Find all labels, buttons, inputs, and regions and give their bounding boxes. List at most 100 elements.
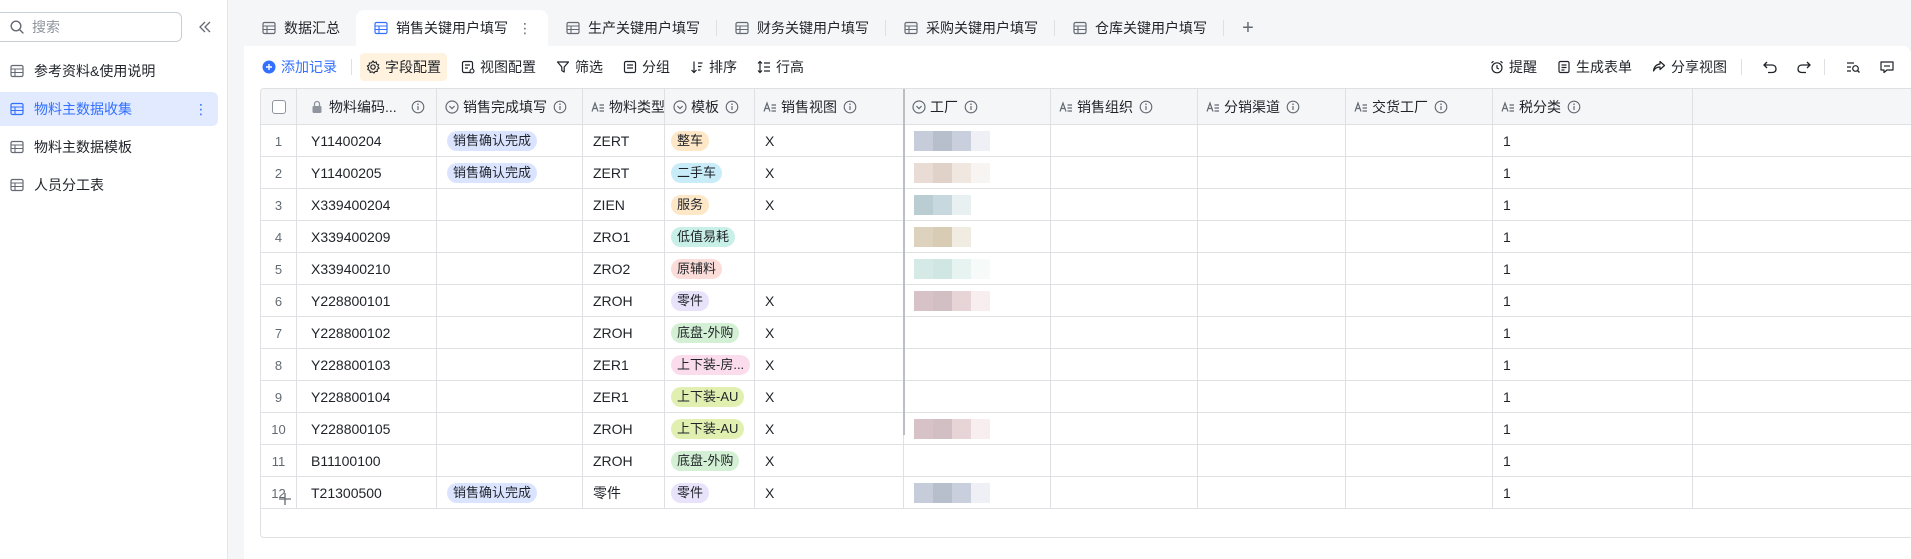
sales-view-cell[interactable]: X: [755, 381, 904, 413]
sales-org-cell[interactable]: [1051, 445, 1198, 477]
sidebar-item[interactable]: 人员分工表: [0, 168, 218, 202]
tab-more-icon[interactable]: ⋮: [518, 20, 532, 37]
sales-org-cell[interactable]: [1051, 349, 1198, 381]
sales-view-cell[interactable]: X: [755, 285, 904, 317]
table-row[interactable]: 8 Y228800103 ZER1 上下装-房... X 1: [261, 349, 1911, 381]
add-row-plus-icon[interactable]: [277, 491, 297, 511]
sales-view-cell[interactable]: [755, 221, 904, 253]
template-cell[interactable]: 零件: [665, 477, 755, 509]
sales-view-cell[interactable]: X: [755, 125, 904, 157]
distribution-channel-cell[interactable]: [1198, 221, 1346, 253]
material-code-cell[interactable]: X339400209: [297, 221, 437, 253]
info-icon[interactable]: [411, 100, 425, 114]
factory-cell[interactable]: [904, 349, 1051, 381]
field-config-button[interactable]: 字段配置: [360, 53, 447, 81]
column-header[interactable]: 交货工厂: [1346, 89, 1493, 125]
sales-org-cell[interactable]: [1051, 381, 1198, 413]
factory-cell[interactable]: [904, 413, 1051, 445]
material-type-cell[interactable]: ZRO1: [583, 221, 665, 253]
view-config-button[interactable]: 视图配置: [455, 53, 542, 81]
collapse-sidebar-icon[interactable]: [196, 18, 214, 36]
delivery-plant-cell[interactable]: [1346, 445, 1493, 477]
share-view-button[interactable]: 分享视图: [1646, 53, 1733, 81]
delivery-plant-cell[interactable]: [1346, 381, 1493, 413]
tab-2[interactable]: 销售关键用户填写 ⋮: [356, 10, 548, 46]
sales-done-cell[interactable]: [437, 221, 583, 253]
sales-done-cell[interactable]: [437, 189, 583, 221]
tax-class-cell[interactable]: 1: [1493, 157, 1693, 189]
delivery-plant-cell[interactable]: [1346, 221, 1493, 253]
distribution-channel-cell[interactable]: [1198, 189, 1346, 221]
material-type-cell[interactable]: ZROH: [583, 285, 665, 317]
tab-4[interactable]: 财务关键用户填写: [717, 10, 885, 46]
tax-class-cell[interactable]: 1: [1493, 477, 1693, 509]
delivery-plant-cell[interactable]: [1346, 285, 1493, 317]
sidebar-item[interactable]: 物料主数据模板: [0, 130, 218, 164]
sort-button[interactable]: 排序: [684, 53, 743, 81]
template-cell[interactable]: 底盘-外购: [665, 445, 755, 477]
tab-6[interactable]: 仓库关键用户填写: [1055, 10, 1223, 46]
sales-view-cell[interactable]: X: [755, 477, 904, 509]
column-header[interactable]: 物料编码...: [297, 89, 437, 125]
table-row[interactable]: 3 X339400204 ZIEN 服务 X 1: [261, 189, 1911, 221]
material-type-cell[interactable]: ZER1: [583, 381, 665, 413]
table-row[interactable]: 9 Y228800104 ZER1 上下装-AU X 1: [261, 381, 1911, 413]
table-row[interactable]: 6 Y228800101 ZROH 零件 X 1: [261, 285, 1911, 317]
template-cell[interactable]: 整车: [665, 125, 755, 157]
material-code-cell[interactable]: Y228800102: [297, 317, 437, 349]
distribution-channel-cell[interactable]: [1198, 413, 1346, 445]
delivery-plant-cell[interactable]: [1346, 349, 1493, 381]
tax-class-cell[interactable]: 1: [1493, 221, 1693, 253]
tax-class-cell[interactable]: 1: [1493, 285, 1693, 317]
material-code-cell[interactable]: Y228800103: [297, 349, 437, 381]
sales-view-cell[interactable]: X: [755, 157, 904, 189]
group-button[interactable]: 分组: [617, 53, 676, 81]
info-icon[interactable]: [725, 100, 739, 114]
material-code-cell[interactable]: T21300500: [297, 477, 437, 509]
sales-done-cell[interactable]: 销售确认完成: [437, 477, 583, 509]
delivery-plant-cell[interactable]: [1346, 253, 1493, 285]
generate-form-button[interactable]: 生成表单: [1551, 53, 1638, 81]
distribution-channel-cell[interactable]: [1198, 477, 1346, 509]
sales-org-cell[interactable]: [1051, 221, 1198, 253]
distribution-channel-cell[interactable]: [1198, 253, 1346, 285]
factory-cell[interactable]: [904, 477, 1051, 509]
add-record-button[interactable]: 添加记录: [256, 53, 343, 81]
sales-done-cell[interactable]: [437, 413, 583, 445]
distribution-channel-cell[interactable]: [1198, 157, 1346, 189]
column-header[interactable]: 销售视图: [755, 89, 904, 125]
delivery-plant-cell[interactable]: [1346, 125, 1493, 157]
factory-cell[interactable]: [904, 317, 1051, 349]
add-table-icon[interactable]: +: [1238, 17, 1258, 39]
tax-class-cell[interactable]: 1: [1493, 349, 1693, 381]
sales-org-cell[interactable]: [1051, 285, 1198, 317]
info-icon[interactable]: [843, 100, 857, 114]
info-icon[interactable]: [553, 100, 567, 114]
distribution-channel-cell[interactable]: [1198, 125, 1346, 157]
template-cell[interactable]: 二手车: [665, 157, 755, 189]
factory-cell[interactable]: [904, 189, 1051, 221]
undo-icon[interactable]: [1756, 53, 1784, 81]
sales-view-cell[interactable]: X: [755, 317, 904, 349]
sales-view-cell[interactable]: X: [755, 189, 904, 221]
sales-done-cell[interactable]: 销售确认完成: [437, 157, 583, 189]
material-type-cell[interactable]: ZROH: [583, 317, 665, 349]
search-box[interactable]: [0, 12, 182, 42]
sales-view-cell[interactable]: X: [755, 349, 904, 381]
material-type-cell[interactable]: ZERT: [583, 125, 665, 157]
delivery-plant-cell[interactable]: [1346, 317, 1493, 349]
select-all-cell[interactable]: [261, 89, 297, 125]
frozen-column-divider[interactable]: [903, 89, 905, 435]
material-code-cell[interactable]: X339400210: [297, 253, 437, 285]
table-row[interactable]: 5 X339400210 ZRO2 原辅料 1: [261, 253, 1911, 285]
template-cell[interactable]: 服务: [665, 189, 755, 221]
material-code-cell[interactable]: B11100100: [297, 445, 437, 477]
distribution-channel-cell[interactable]: [1198, 285, 1346, 317]
select-all-checkbox[interactable]: [271, 100, 286, 114]
factory-cell[interactable]: [904, 125, 1051, 157]
tax-class-cell[interactable]: 1: [1493, 125, 1693, 157]
row-height-button[interactable]: 行高: [751, 53, 810, 81]
template-cell[interactable]: 上下装-AU: [665, 381, 755, 413]
material-type-cell[interactable]: ZROH: [583, 445, 665, 477]
material-code-cell[interactable]: Y228800105: [297, 413, 437, 445]
